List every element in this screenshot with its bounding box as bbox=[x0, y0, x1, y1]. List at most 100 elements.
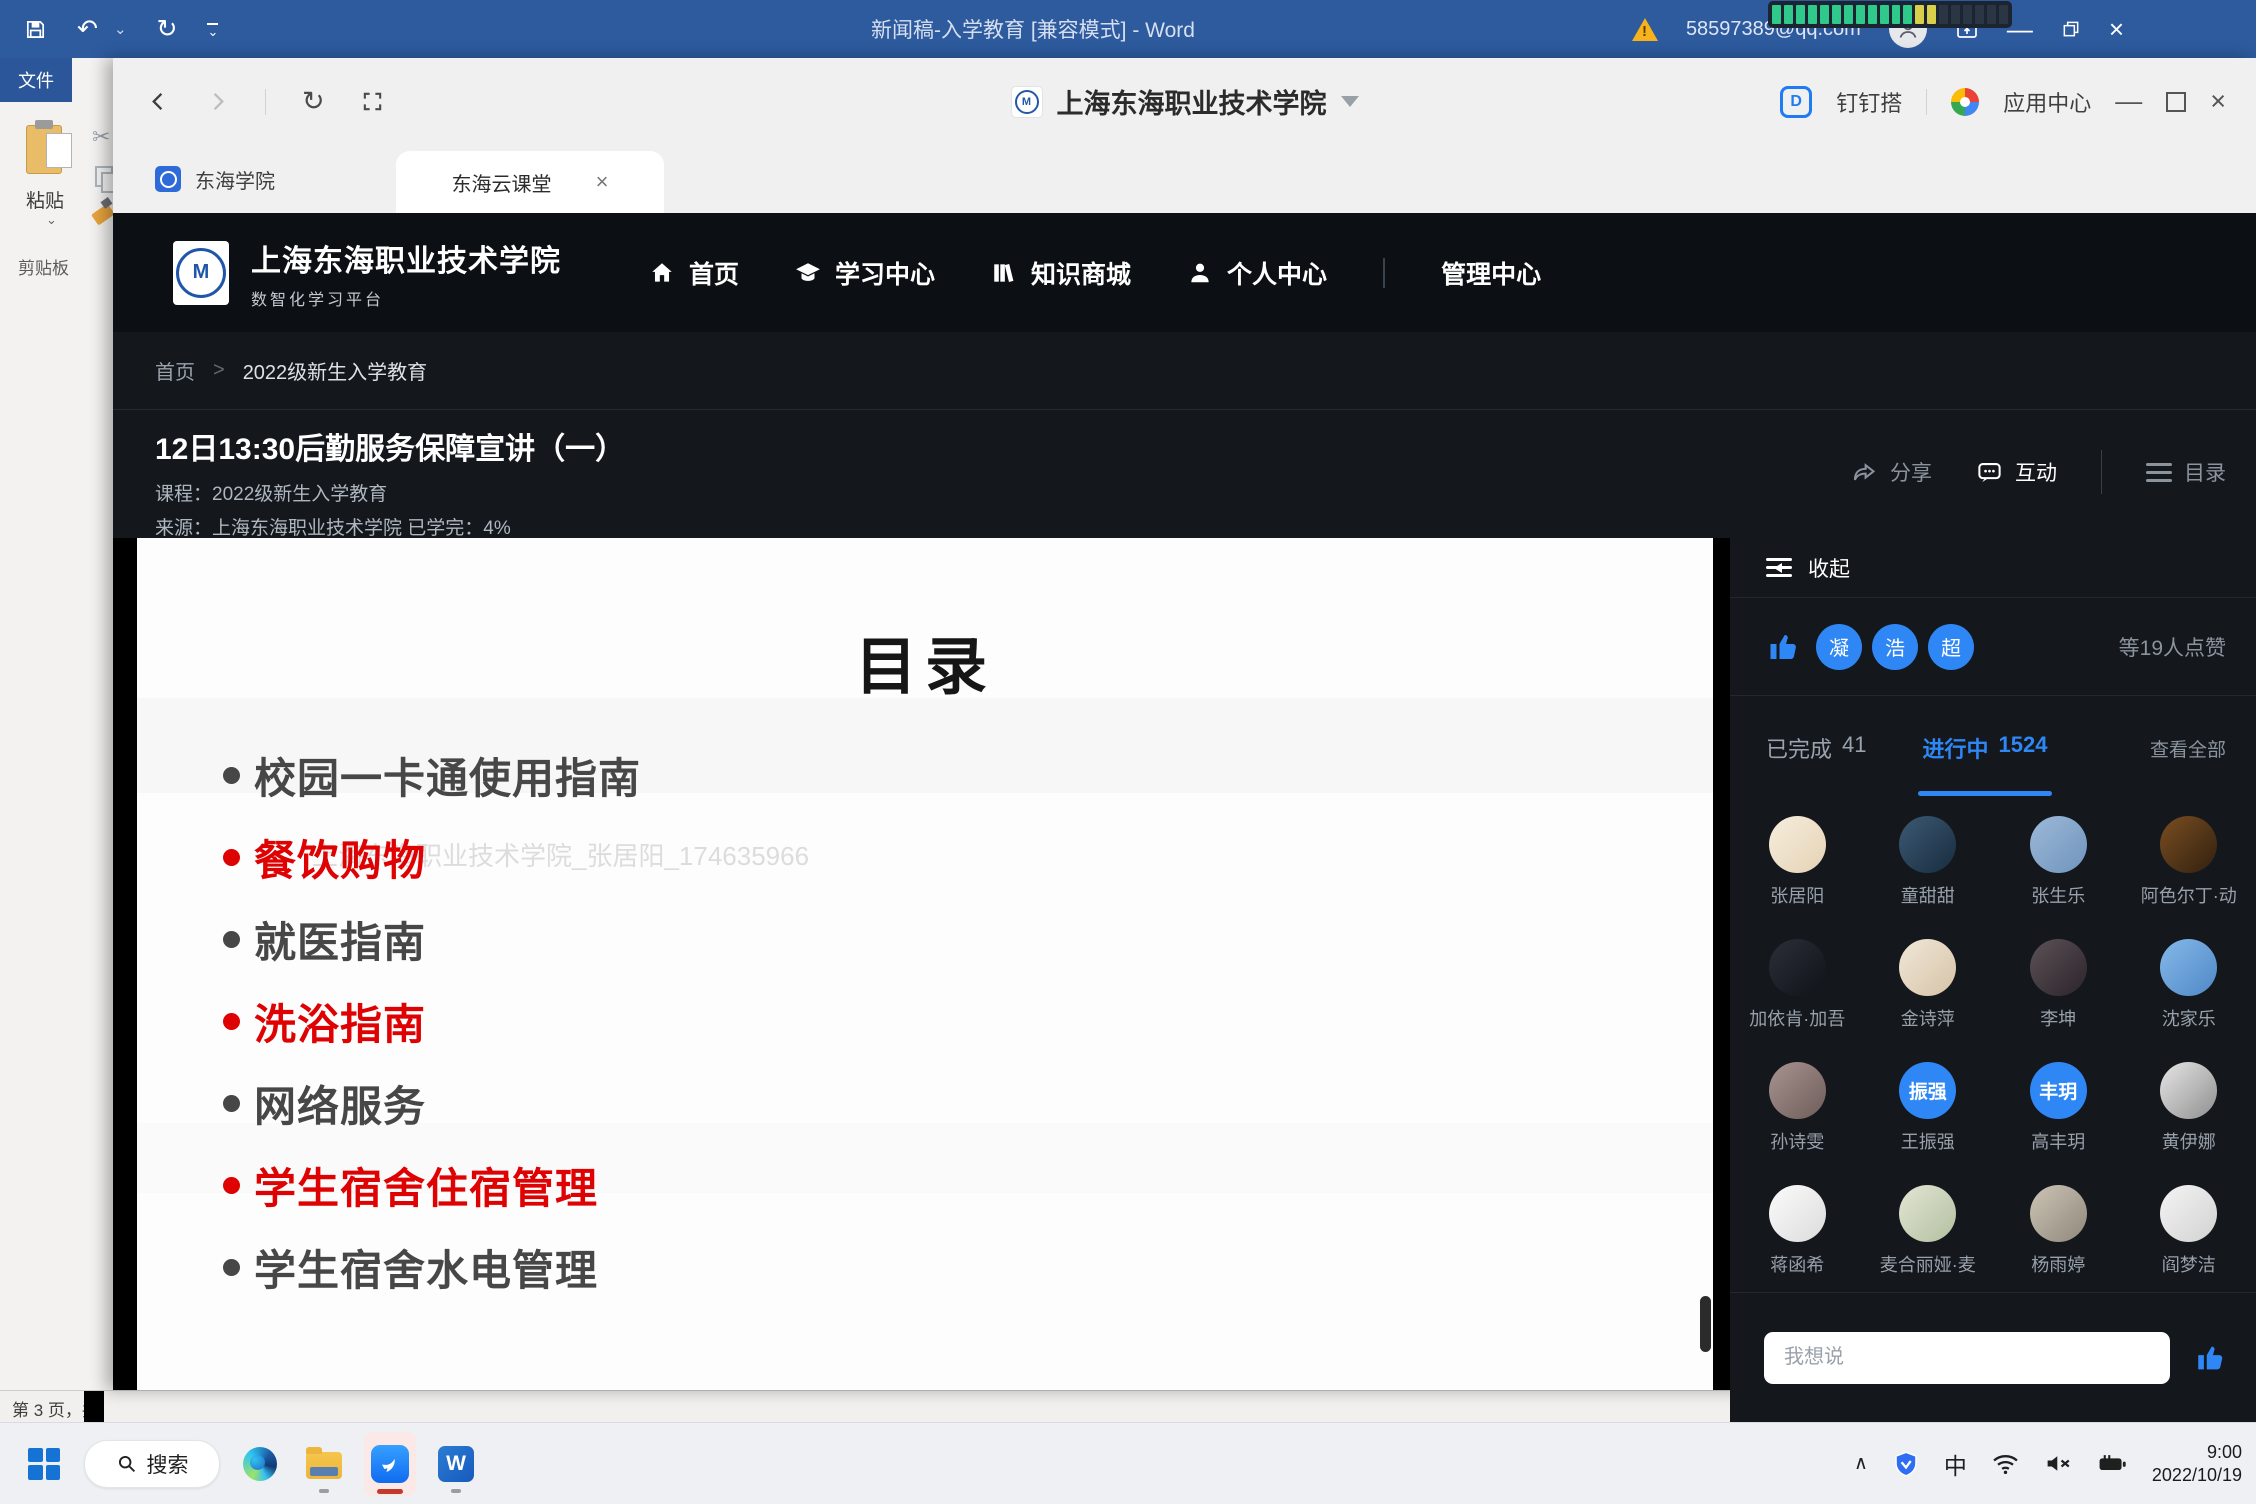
start-button[interactable] bbox=[20, 1432, 68, 1496]
word-app-icon[interactable] bbox=[432, 1432, 480, 1496]
participant-cell: 黄伊娜 bbox=[2124, 1046, 2255, 1169]
browser-maximize-button[interactable] bbox=[2166, 92, 2186, 112]
participant-cell: 蒋函希 bbox=[1732, 1169, 1863, 1292]
forward-icon[interactable] bbox=[206, 90, 229, 113]
paste-dropdown-icon[interactable]: ⌄ bbox=[46, 212, 57, 228]
slide-toc-list: 校园一卡通使用指南餐饮购物就医指南洗浴指南网络服务学生宿舍住宿管理学生宿舍水电管… bbox=[223, 734, 641, 1308]
breadcrumb-home[interactable]: 首页 bbox=[155, 356, 195, 385]
participant-name: 阿色尔丁·动 bbox=[2141, 882, 2237, 908]
taskbar-search[interactable]: 搜索 bbox=[84, 1440, 220, 1488]
dingtalk-logo-icon[interactable] bbox=[1780, 86, 1812, 118]
file-explorer-icon[interactable] bbox=[300, 1432, 348, 1496]
paste-icon[interactable] bbox=[26, 120, 72, 176]
app-center-icon[interactable] bbox=[1951, 88, 1979, 116]
slide-scrollbar[interactable] bbox=[1700, 1296, 1711, 1352]
tray-chevron-up-icon[interactable]: ∧ bbox=[1854, 1452, 1868, 1475]
undo-dropdown-icon[interactable]: ⌄ bbox=[114, 20, 127, 38]
browser-minimize-button[interactable]: — bbox=[2115, 88, 2142, 115]
ime-indicator[interactable]: 中 bbox=[1944, 1447, 1967, 1481]
toc-button[interactable]: 目录 bbox=[2146, 457, 2226, 487]
slide-title: 目录 bbox=[137, 616, 1713, 706]
osd-segment bbox=[1772, 5, 1781, 24]
participant-cell: 童甜甜 bbox=[1863, 800, 1994, 923]
collapse-button[interactable]: 收起 bbox=[1730, 538, 2256, 598]
participant-avatar bbox=[1769, 816, 1826, 873]
undo-icon[interactable]: ↶ bbox=[77, 17, 98, 42]
cut-icon[interactable]: ✂ bbox=[92, 124, 110, 150]
security-shield-icon[interactable] bbox=[1892, 1450, 1920, 1478]
chat-icon bbox=[1976, 459, 2003, 486]
word-restore-button[interactable] bbox=[2061, 19, 2081, 39]
nav-item-个人中心[interactable]: 个人中心 bbox=[1187, 255, 1327, 291]
app-center-label[interactable]: 应用中心 bbox=[2003, 86, 2091, 118]
participant-avatar: 丰玥 bbox=[2030, 1062, 2087, 1119]
view-all-link[interactable]: 查看全部 bbox=[2150, 735, 2226, 762]
participant-name: 加依肯·加吾 bbox=[1749, 1005, 1845, 1031]
nav-item-label: 个人中心 bbox=[1227, 255, 1327, 291]
save-icon[interactable] bbox=[24, 18, 47, 41]
nav-item-label: 知识商城 bbox=[1031, 255, 1131, 291]
word-file-tab[interactable]: 文件 bbox=[0, 58, 72, 102]
warning-icon[interactable]: ! bbox=[1632, 18, 1658, 41]
liker-avatar: 超 bbox=[1928, 624, 1974, 670]
format-painter-icon[interactable] bbox=[91, 203, 113, 225]
dingtalk-app-icon[interactable] bbox=[364, 1432, 416, 1496]
chevron-down-icon[interactable] bbox=[1341, 96, 1359, 107]
osd-segment bbox=[1844, 5, 1853, 24]
tab-completed[interactable]: 已完成41 bbox=[1766, 732, 1867, 764]
copy-icon[interactable] bbox=[95, 166, 113, 187]
bullet-icon bbox=[223, 767, 240, 784]
taskbar: 搜索 ∧ 中 9:00 2022/10/19 bbox=[0, 1422, 2256, 1504]
participant-cell: 阿色尔丁·动 bbox=[2124, 800, 2255, 923]
refresh-icon[interactable]: ↻ bbox=[302, 88, 325, 115]
slide-toc-item: 餐饮购物 bbox=[223, 816, 641, 898]
thumbs-up-icon[interactable] bbox=[1766, 629, 1802, 665]
nav-item-管理中心[interactable]: 管理中心 bbox=[1441, 255, 1541, 291]
slide-toc-item: 网络服务 bbox=[223, 1062, 641, 1144]
toc-item-text: 网络服务 bbox=[254, 1073, 426, 1134]
bullet-icon bbox=[223, 931, 240, 948]
word-close-button[interactable]: × bbox=[2109, 14, 2124, 45]
share-button[interactable]: 分享 bbox=[1851, 457, 1932, 487]
participant-avatar bbox=[1899, 1185, 1956, 1242]
participant-name: 童甜甜 bbox=[1901, 882, 1955, 908]
wifi-icon[interactable] bbox=[1991, 1449, 2020, 1478]
fullscreen-icon[interactable] bbox=[361, 90, 384, 113]
interact-button[interactable]: 互动 bbox=[1976, 457, 2057, 487]
browser-close-button[interactable]: × bbox=[2210, 88, 2226, 115]
toc-item-text: 洗浴指南 bbox=[254, 991, 426, 1052]
nav-item-知识商城[interactable]: 知识商城 bbox=[991, 255, 1131, 291]
tab-donghai-college[interactable]: 东海学院 bbox=[155, 145, 275, 213]
participant-cell: 振强王振强 bbox=[1863, 1046, 1994, 1169]
comment-input[interactable] bbox=[1764, 1332, 2170, 1384]
clock[interactable]: 9:00 2022/10/19 bbox=[2152, 1441, 2242, 1487]
volume-muted-icon[interactable] bbox=[2044, 1449, 2073, 1478]
osd-segment bbox=[1963, 5, 1972, 24]
send-like-icon[interactable] bbox=[2194, 1341, 2228, 1375]
osd-segment bbox=[1951, 5, 1960, 24]
back-icon[interactable] bbox=[147, 90, 170, 113]
nav-item-学习中心[interactable]: 学习中心 bbox=[795, 255, 935, 291]
person-icon bbox=[1187, 260, 1213, 286]
dingtalk-label[interactable]: 钉钉搭 bbox=[1836, 86, 1902, 118]
battery-icon[interactable] bbox=[2097, 1448, 2128, 1479]
paste-button[interactable]: 粘贴 bbox=[26, 186, 64, 213]
participant-name: 孙诗雯 bbox=[1770, 1128, 1824, 1154]
participant-cell: 张生乐 bbox=[1993, 800, 2124, 923]
clock-date: 2022/10/19 bbox=[2152, 1464, 2242, 1487]
tab-in-progress[interactable]: 进行中1524 bbox=[1923, 732, 2048, 764]
redo-icon[interactable]: ↻ bbox=[157, 17, 178, 42]
volume-osd bbox=[1768, 1, 2012, 28]
tab-close-icon[interactable]: × bbox=[596, 169, 609, 195]
participant-avatar bbox=[1769, 939, 1826, 996]
participant-avatar bbox=[2160, 816, 2217, 873]
platform-name: 数智化学习平台 bbox=[251, 286, 561, 310]
participant-name: 张居阳 bbox=[1770, 882, 1824, 908]
edge-icon[interactable] bbox=[236, 1432, 284, 1496]
slide-toc-item: 就医指南 bbox=[223, 898, 641, 980]
participant-avatar bbox=[2160, 1062, 2217, 1119]
customize-toolbar-icon[interactable]: ⌄ bbox=[207, 23, 218, 36]
clock-time: 9:00 bbox=[2152, 1441, 2242, 1464]
nav-item-首页[interactable]: 首页 bbox=[649, 255, 739, 291]
tab-donghai-cloud-classroom[interactable]: 东海云课堂 × bbox=[396, 151, 664, 213]
